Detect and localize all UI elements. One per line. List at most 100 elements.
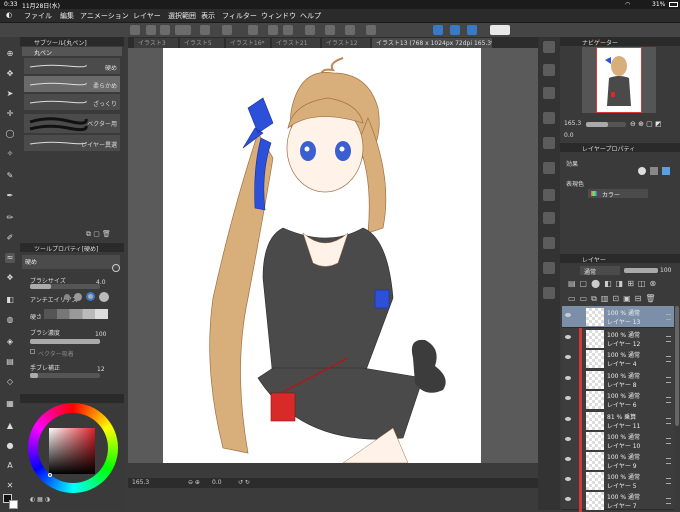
navigator-buttons-icon[interactable]: ⊖ ⊕ ▢ ◩ (630, 120, 662, 128)
menu-edit[interactable]: 編集 (60, 11, 74, 21)
layer-toggle-icon[interactable] (543, 287, 555, 299)
aa-medium-icon[interactable] (86, 292, 95, 301)
timeline-icon[interactable] (543, 262, 555, 274)
navigator-angle[interactable]: 0.0 (564, 132, 574, 139)
info-icon[interactable] (543, 137, 555, 149)
search-icon[interactable] (112, 264, 120, 272)
menu-window[interactable]: ウィンドウ (261, 11, 296, 21)
visibility-eye-icon[interactable] (565, 477, 571, 481)
layer-row[interactable]: 100 % 通常 レイヤー 12 (562, 328, 674, 350)
deselect-icon[interactable] (345, 25, 355, 35)
visibility-eye-icon[interactable] (565, 355, 571, 359)
brush-tool-icon[interactable]: ✐ (5, 233, 15, 243)
airbrush-tool-icon[interactable]: ≈ (5, 253, 15, 263)
new-icon[interactable] (146, 25, 156, 35)
visibility-eye-icon[interactable] (565, 417, 571, 421)
snap-ruler-icon[interactable] (450, 25, 460, 35)
app-logo-icon[interactable]: ◐ (6, 11, 12, 19)
layer-row[interactable]: 100 % 通常 レイヤー 10 (562, 430, 674, 452)
layer-menu-icon[interactable] (666, 498, 671, 504)
blend-tool-icon[interactable]: ◍ (5, 315, 15, 325)
brush-item-rough[interactable]: ざっくり (24, 94, 120, 111)
stabilize-slider[interactable] (30, 373, 100, 378)
brush-item-soft[interactable]: 柔らかめ (24, 76, 120, 93)
brush-item-hard[interactable]: 硬め (24, 58, 120, 75)
search-icon[interactable] (543, 41, 555, 53)
hardness-selector[interactable] (44, 309, 108, 319)
canvas-paper[interactable] (163, 48, 481, 464)
sub-view-icon[interactable] (543, 112, 555, 124)
menu-file[interactable]: ファイル (24, 11, 52, 21)
decoration-tool-icon[interactable]: ❖ (5, 273, 15, 283)
fill-tool-icon[interactable]: ◈ (5, 337, 15, 347)
rotate-buttons-icon[interactable]: ↺ ↻ (238, 479, 250, 486)
move-tool-icon[interactable]: ✥ (5, 69, 15, 79)
pencil-tool-icon[interactable]: ✏ (5, 213, 15, 223)
visibility-eye-icon[interactable] (565, 437, 571, 441)
blend-mode-select[interactable]: 通常 (580, 266, 620, 276)
selection-tool-icon[interactable]: ◯ (5, 129, 15, 139)
eyedropper-icon[interactable]: ✎ (5, 171, 15, 181)
transform-icon[interactable] (248, 25, 258, 35)
zoom-buttons-icon[interactable]: ⊖ ⊕ (188, 479, 200, 486)
opacity-value[interactable]: 100 (660, 267, 671, 274)
layer-search-icon[interactable] (543, 189, 555, 201)
brush-size-slider[interactable] (30, 284, 100, 289)
layer-menu-icon[interactable] (666, 314, 671, 320)
rotation-readout[interactable]: 0.0 (212, 479, 222, 486)
gradient-tool-icon[interactable]: ▤ (5, 357, 15, 367)
balloon-tool-icon[interactable]: ● (5, 441, 15, 451)
layer-menu-icon[interactable] (666, 478, 671, 484)
visibility-eye-icon[interactable] (565, 335, 571, 339)
menu-view[interactable]: 表示 (201, 11, 215, 21)
visibility-eye-icon[interactable] (565, 313, 571, 317)
auto-action-icon[interactable] (543, 212, 555, 224)
auto-select-icon[interactable]: ✧ (5, 149, 15, 159)
crop-icon[interactable] (366, 25, 376, 35)
correction-tool-icon[interactable]: ✕ (5, 481, 15, 491)
animation-icon[interactable] (543, 237, 555, 249)
layer-menu-icon[interactable] (666, 336, 671, 342)
save-icon[interactable] (200, 25, 210, 35)
menu-help[interactable]: ヘルプ (300, 11, 321, 21)
aa-none-icon[interactable] (64, 294, 70, 300)
layer-row[interactable]: 100 % 通常 レイヤー 5 (562, 470, 674, 492)
operation-tool-icon[interactable]: ➤ (5, 89, 15, 99)
clear-icon[interactable] (305, 25, 315, 35)
layer-row[interactable]: 81 % 乗算 レイヤー 11 (562, 410, 674, 432)
tab-illust3[interactable]: イラスト3 (134, 38, 178, 48)
layer-menu-icon[interactable] (666, 438, 671, 444)
color-expression-select[interactable]: カラー (588, 189, 648, 199)
tab-illust13[interactable]: イラスト13 (768 x 1024px 72dpi 165.3%) (372, 38, 492, 48)
text-tool-icon[interactable]: A (5, 461, 15, 471)
tab-illust16[interactable]: イラスト16* (226, 38, 270, 48)
density-value[interactable]: 100 (95, 331, 106, 338)
zoom-readout[interactable]: 165.3 (132, 479, 149, 486)
layer-menu-icon[interactable] (666, 356, 671, 362)
vector-snap-checkbox[interactable] (30, 349, 35, 354)
help-icon[interactable] (490, 25, 510, 35)
eraser-tool-icon[interactable]: ◧ (5, 295, 15, 305)
layer-menu-icon[interactable] (666, 418, 671, 424)
snap-icon[interactable] (433, 25, 443, 35)
aa-strong-icon[interactable] (99, 292, 109, 302)
navigator-preview[interactable] (582, 47, 656, 113)
menu-selection[interactable]: 選択範囲 (168, 11, 196, 21)
layer-row[interactable]: 100 % 通常 レイヤー 4 (562, 348, 674, 370)
color-sv-square[interactable] (49, 428, 95, 474)
effect-color-icon[interactable] (662, 167, 670, 175)
navigator-toggle-icon[interactable] (543, 87, 555, 99)
zoom-tool-icon[interactable]: ⊕ (5, 49, 15, 59)
tab-illust21[interactable]: イラスト21 (272, 38, 320, 48)
layer-menu-icon[interactable] (666, 377, 671, 383)
aa-weak-icon[interactable] (74, 293, 82, 301)
tab-illust5[interactable]: イラスト5 (180, 38, 224, 48)
navigator-zoom[interactable]: 165.3 (564, 120, 581, 127)
redo-icon[interactable] (283, 25, 293, 35)
layer-row[interactable]: 100 % 通常 レイヤー 6 (562, 389, 674, 411)
color-picker-cursor[interactable] (48, 473, 52, 477)
fill-icon[interactable] (325, 25, 335, 35)
stabilize-value[interactable]: 12 (97, 366, 105, 373)
tab-illust12[interactable]: イラスト12 (322, 38, 370, 48)
visibility-eye-icon[interactable] (565, 376, 571, 380)
